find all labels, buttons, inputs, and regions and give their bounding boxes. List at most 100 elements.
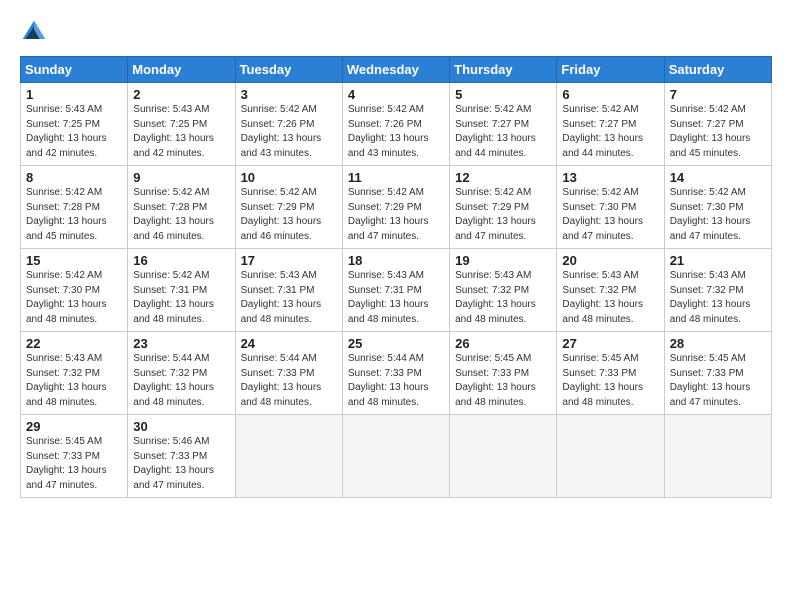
- weekday-header-monday: Monday: [128, 57, 235, 83]
- week-row-1: 1Sunrise: 5:43 AMSunset: 7:25 PMDaylight…: [21, 83, 772, 166]
- day-cell: 15Sunrise: 5:42 AMSunset: 7:30 PMDayligh…: [21, 249, 128, 332]
- day-cell: 23Sunrise: 5:44 AMSunset: 7:32 PMDayligh…: [128, 332, 235, 415]
- logo-icon: [20, 18, 48, 46]
- day-cell: 6Sunrise: 5:42 AMSunset: 7:27 PMDaylight…: [557, 83, 664, 166]
- day-cell: 2Sunrise: 5:43 AMSunset: 7:25 PMDaylight…: [128, 83, 235, 166]
- day-number: 21: [670, 253, 766, 268]
- day-cell: 26Sunrise: 5:45 AMSunset: 7:33 PMDayligh…: [450, 332, 557, 415]
- day-number: 18: [348, 253, 444, 268]
- day-number: 1: [26, 87, 122, 102]
- calendar-table: SundayMondayTuesdayWednesdayThursdayFrid…: [20, 56, 772, 498]
- day-number: 29: [26, 419, 122, 434]
- day-number: 24: [241, 336, 337, 351]
- day-info: Sunrise: 5:42 AMSunset: 7:30 PMDaylight:…: [670, 186, 766, 244]
- day-number: 14: [670, 170, 766, 185]
- day-info: Sunrise: 5:43 AMSunset: 7:31 PMDaylight:…: [241, 269, 337, 327]
- day-info: Sunrise: 5:44 AMSunset: 7:33 PMDaylight:…: [241, 352, 337, 410]
- day-cell: 29Sunrise: 5:45 AMSunset: 7:33 PMDayligh…: [21, 415, 128, 498]
- day-info: Sunrise: 5:45 AMSunset: 7:33 PMDaylight:…: [562, 352, 658, 410]
- day-cell: 1Sunrise: 5:43 AMSunset: 7:25 PMDaylight…: [21, 83, 128, 166]
- logo: [20, 18, 52, 46]
- day-info: Sunrise: 5:42 AMSunset: 7:26 PMDaylight:…: [348, 103, 444, 161]
- day-info: Sunrise: 5:43 AMSunset: 7:32 PMDaylight:…: [670, 269, 766, 327]
- day-number: 20: [562, 253, 658, 268]
- day-info: Sunrise: 5:42 AMSunset: 7:27 PMDaylight:…: [670, 103, 766, 161]
- day-cell: 10Sunrise: 5:42 AMSunset: 7:29 PMDayligh…: [235, 166, 342, 249]
- day-number: 6: [562, 87, 658, 102]
- day-number: 9: [133, 170, 229, 185]
- day-info: Sunrise: 5:42 AMSunset: 7:31 PMDaylight:…: [133, 269, 229, 327]
- day-cell: [664, 415, 771, 498]
- day-cell: 13Sunrise: 5:42 AMSunset: 7:30 PMDayligh…: [557, 166, 664, 249]
- page: SundayMondayTuesdayWednesdayThursdayFrid…: [0, 0, 792, 612]
- day-number: 4: [348, 87, 444, 102]
- day-number: 19: [455, 253, 551, 268]
- day-info: Sunrise: 5:43 AMSunset: 7:32 PMDaylight:…: [562, 269, 658, 327]
- day-info: Sunrise: 5:42 AMSunset: 7:29 PMDaylight:…: [241, 186, 337, 244]
- day-number: 10: [241, 170, 337, 185]
- day-cell: 28Sunrise: 5:45 AMSunset: 7:33 PMDayligh…: [664, 332, 771, 415]
- day-number: 3: [241, 87, 337, 102]
- day-cell: 20Sunrise: 5:43 AMSunset: 7:32 PMDayligh…: [557, 249, 664, 332]
- day-number: 5: [455, 87, 551, 102]
- day-cell: 5Sunrise: 5:42 AMSunset: 7:27 PMDaylight…: [450, 83, 557, 166]
- day-cell: [557, 415, 664, 498]
- day-info: Sunrise: 5:42 AMSunset: 7:28 PMDaylight:…: [26, 186, 122, 244]
- day-cell: 25Sunrise: 5:44 AMSunset: 7:33 PMDayligh…: [342, 332, 449, 415]
- day-cell: 30Sunrise: 5:46 AMSunset: 7:33 PMDayligh…: [128, 415, 235, 498]
- day-number: 28: [670, 336, 766, 351]
- day-cell: 12Sunrise: 5:42 AMSunset: 7:29 PMDayligh…: [450, 166, 557, 249]
- day-info: Sunrise: 5:44 AMSunset: 7:32 PMDaylight:…: [133, 352, 229, 410]
- day-cell: 27Sunrise: 5:45 AMSunset: 7:33 PMDayligh…: [557, 332, 664, 415]
- day-info: Sunrise: 5:44 AMSunset: 7:33 PMDaylight:…: [348, 352, 444, 410]
- day-info: Sunrise: 5:42 AMSunset: 7:26 PMDaylight:…: [241, 103, 337, 161]
- day-info: Sunrise: 5:42 AMSunset: 7:30 PMDaylight:…: [562, 186, 658, 244]
- day-info: Sunrise: 5:43 AMSunset: 7:32 PMDaylight:…: [455, 269, 551, 327]
- day-cell: 14Sunrise: 5:42 AMSunset: 7:30 PMDayligh…: [664, 166, 771, 249]
- day-number: 8: [26, 170, 122, 185]
- day-number: 16: [133, 253, 229, 268]
- day-info: Sunrise: 5:43 AMSunset: 7:32 PMDaylight:…: [26, 352, 122, 410]
- day-cell: [342, 415, 449, 498]
- weekday-header-sunday: Sunday: [21, 57, 128, 83]
- day-number: 27: [562, 336, 658, 351]
- day-number: 22: [26, 336, 122, 351]
- day-number: 15: [26, 253, 122, 268]
- day-cell: 19Sunrise: 5:43 AMSunset: 7:32 PMDayligh…: [450, 249, 557, 332]
- weekday-header-tuesday: Tuesday: [235, 57, 342, 83]
- day-info: Sunrise: 5:42 AMSunset: 7:29 PMDaylight:…: [455, 186, 551, 244]
- day-cell: 22Sunrise: 5:43 AMSunset: 7:32 PMDayligh…: [21, 332, 128, 415]
- day-number: 2: [133, 87, 229, 102]
- week-row-4: 22Sunrise: 5:43 AMSunset: 7:32 PMDayligh…: [21, 332, 772, 415]
- day-cell: 18Sunrise: 5:43 AMSunset: 7:31 PMDayligh…: [342, 249, 449, 332]
- day-cell: [235, 415, 342, 498]
- day-number: 11: [348, 170, 444, 185]
- day-info: Sunrise: 5:42 AMSunset: 7:28 PMDaylight:…: [133, 186, 229, 244]
- day-cell: 24Sunrise: 5:44 AMSunset: 7:33 PMDayligh…: [235, 332, 342, 415]
- day-info: Sunrise: 5:45 AMSunset: 7:33 PMDaylight:…: [670, 352, 766, 410]
- header: [20, 18, 772, 46]
- day-info: Sunrise: 5:46 AMSunset: 7:33 PMDaylight:…: [133, 435, 229, 493]
- day-number: 25: [348, 336, 444, 351]
- day-info: Sunrise: 5:45 AMSunset: 7:33 PMDaylight:…: [455, 352, 551, 410]
- day-info: Sunrise: 5:43 AMSunset: 7:25 PMDaylight:…: [133, 103, 229, 161]
- day-cell: 9Sunrise: 5:42 AMSunset: 7:28 PMDaylight…: [128, 166, 235, 249]
- day-info: Sunrise: 5:42 AMSunset: 7:27 PMDaylight:…: [455, 103, 551, 161]
- day-number: 12: [455, 170, 551, 185]
- day-number: 26: [455, 336, 551, 351]
- day-info: Sunrise: 5:42 AMSunset: 7:27 PMDaylight:…: [562, 103, 658, 161]
- day-info: Sunrise: 5:42 AMSunset: 7:29 PMDaylight:…: [348, 186, 444, 244]
- day-cell: 3Sunrise: 5:42 AMSunset: 7:26 PMDaylight…: [235, 83, 342, 166]
- day-info: Sunrise: 5:43 AMSunset: 7:31 PMDaylight:…: [348, 269, 444, 327]
- day-number: 13: [562, 170, 658, 185]
- day-cell: 7Sunrise: 5:42 AMSunset: 7:27 PMDaylight…: [664, 83, 771, 166]
- weekday-header-wednesday: Wednesday: [342, 57, 449, 83]
- day-cell: 11Sunrise: 5:42 AMSunset: 7:29 PMDayligh…: [342, 166, 449, 249]
- weekday-header-saturday: Saturday: [664, 57, 771, 83]
- weekday-header-thursday: Thursday: [450, 57, 557, 83]
- week-row-3: 15Sunrise: 5:42 AMSunset: 7:30 PMDayligh…: [21, 249, 772, 332]
- day-info: Sunrise: 5:43 AMSunset: 7:25 PMDaylight:…: [26, 103, 122, 161]
- day-cell: 16Sunrise: 5:42 AMSunset: 7:31 PMDayligh…: [128, 249, 235, 332]
- day-number: 23: [133, 336, 229, 351]
- day-number: 7: [670, 87, 766, 102]
